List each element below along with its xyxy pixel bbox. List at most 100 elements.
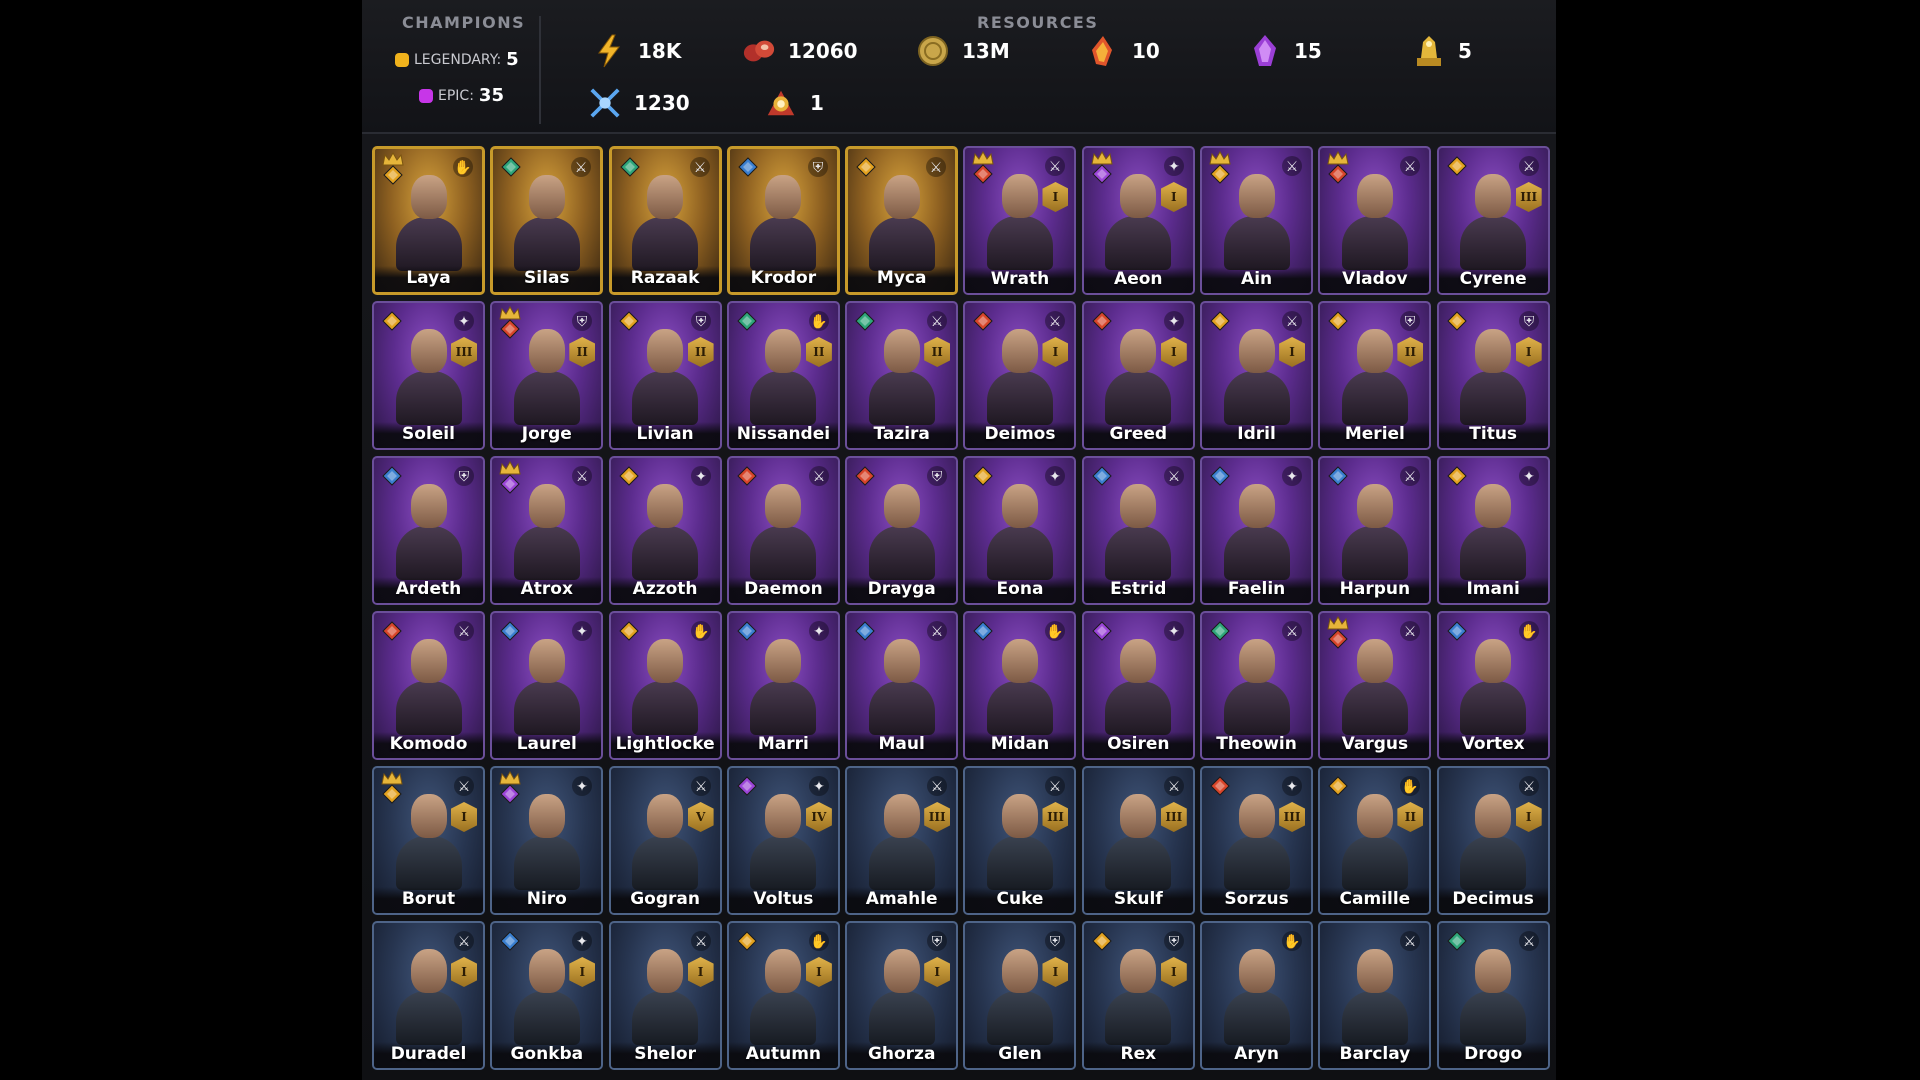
svg-text:⚔: ⚔ — [1404, 934, 1417, 950]
champion-card[interactable]: ✋ Vortex — [1436, 611, 1550, 760]
champion-card[interactable]: ⚔ I Duradel — [372, 921, 485, 1070]
champion-card[interactable]: ✋ Aryn — [1200, 921, 1314, 1070]
champion-card[interactable]: ✦ III Soleil — [372, 301, 485, 450]
champion-card[interactable]: ⛨ I Ghorza — [845, 921, 959, 1070]
champion-card[interactable]: ⛨ II Meriel — [1318, 301, 1432, 450]
portrait-body — [1460, 216, 1527, 270]
champion-card[interactable]: ✋ Lightlocke — [608, 611, 722, 760]
champion-card[interactable]: ⚔ III Skulf — [1081, 766, 1195, 915]
resource-purple-crystal[interactable]: 15 — [1248, 34, 1322, 68]
champion-card[interactable]: ⚔ I Wrath — [963, 146, 1077, 295]
champion-card[interactable]: ⚔ I Deimos — [963, 301, 1077, 450]
affinity-purple-icon — [1092, 164, 1112, 184]
champion-card[interactable]: ✦ Niro — [490, 766, 604, 915]
champion-card[interactable]: ✋ II Nissandei — [726, 301, 840, 450]
role-hp-icon: ⚔ — [1399, 930, 1421, 952]
resource-energy[interactable]: 18K — [592, 34, 681, 68]
resource-coins[interactable]: 13M — [916, 34, 1010, 68]
energy-value: 18K — [638, 39, 682, 63]
affinity-blue-icon — [855, 621, 875, 641]
resource-meat[interactable]: 12060 — [742, 34, 858, 68]
champion-card[interactable]: ⚔ III Cuke — [963, 766, 1077, 915]
champion-card[interactable]: ✦ I Gonkba — [490, 921, 604, 1070]
champion-card[interactable]: ⛨ Ardeth — [372, 456, 485, 605]
affinity-purple-icon — [500, 474, 521, 494]
champion-card[interactable]: ⚔ III Cyrene — [1436, 146, 1550, 295]
champion-card[interactable]: ⛨ II Jorge — [490, 301, 604, 450]
champion-card[interactable]: ⚔ I Borut — [372, 766, 485, 915]
name-strip: Daemon — [728, 577, 838, 603]
champion-card[interactable]: ✋ II Camille — [1318, 766, 1432, 915]
champion-card[interactable]: ⛨ I Glen — [963, 921, 1077, 1070]
resource-medal[interactable]: 1 — [764, 86, 824, 120]
svg-text:⚔: ⚔ — [1522, 934, 1535, 950]
champion-card[interactable]: ✦ Marri — [726, 611, 840, 760]
champion-card[interactable]: ⚔ V Gogran — [608, 766, 722, 915]
role-support-icon: ✋ — [808, 930, 830, 952]
champion-card[interactable]: ⚔ Barclay — [1318, 921, 1432, 1070]
champion-card[interactable]: ✦ IV Voltus — [726, 766, 840, 915]
portrait-body — [1341, 216, 1408, 270]
portrait-body — [513, 371, 580, 425]
champion-card[interactable]: ⚔ Ain — [1200, 146, 1314, 295]
champion-card[interactable]: ✋ Midan — [963, 611, 1077, 760]
champion-portrait — [748, 167, 818, 271]
champion-card[interactable]: ⛨ Drayga — [845, 456, 959, 605]
name-strip: Cuke — [965, 887, 1075, 913]
name-strip: Voltus — [728, 887, 838, 913]
champion-card[interactable]: ✦ III Sorzus — [1200, 766, 1314, 915]
champion-card[interactable]: ⚔ Daemon — [726, 456, 840, 605]
champion-card[interactable]: ⛨ Krodor — [726, 146, 840, 295]
name-strip: Laurel — [492, 732, 602, 758]
champion-card[interactable]: ✋ I Autumn — [726, 921, 840, 1070]
resource-gold-statue[interactable]: 5 — [1412, 34, 1472, 68]
champion-name: Barclay — [1339, 1044, 1411, 1064]
champion-name: Idril — [1237, 424, 1276, 444]
champion-card[interactable]: ✦ Laurel — [490, 611, 604, 760]
portrait-body — [395, 991, 462, 1045]
champion-card[interactable]: ✦ Eona — [963, 456, 1077, 605]
portrait-body — [1341, 681, 1408, 735]
champion-card[interactable]: ⚔ Drogo — [1436, 921, 1550, 1070]
champion-card[interactable]: ⚔ Harpun — [1318, 456, 1432, 605]
champion-card[interactable]: ⚔ Theowin — [1200, 611, 1314, 760]
champion-card[interactable]: ⚔ I Idril — [1200, 301, 1314, 450]
champion-card[interactable]: ⚔ Vargus — [1318, 611, 1432, 760]
svg-text:⛨: ⛨ — [695, 314, 706, 330]
champion-card[interactable]: ✦ Imani — [1436, 456, 1550, 605]
champion-card[interactable]: ⚔ Vladov — [1318, 146, 1432, 295]
portrait-head — [528, 794, 565, 838]
champion-card[interactable]: ✋ Laya — [372, 146, 485, 295]
resource-flame-crystal[interactable]: 10 — [1086, 34, 1160, 68]
role-defense-icon: ⛨ — [807, 156, 829, 178]
champion-card[interactable]: ⚔ Silas — [490, 146, 604, 295]
champion-card[interactable]: ⚔ Atrox — [490, 456, 604, 605]
champion-card[interactable]: ⛨ II Livian — [608, 301, 722, 450]
medal-value: 1 — [810, 91, 824, 115]
svg-text:⚔: ⚔ — [1049, 779, 1062, 795]
champion-card[interactable]: ⚔ II Tazira — [845, 301, 959, 450]
champion-card[interactable]: ✦ I Greed — [1081, 301, 1195, 450]
champion-card[interactable]: ⚔ Maul — [845, 611, 959, 760]
gold-statue-icon — [1412, 34, 1446, 68]
champion-card[interactable]: ⚔ Komodo — [372, 611, 485, 760]
epic-count: 35 — [478, 85, 504, 106]
resource-crossed-swords[interactable]: 1230 — [588, 86, 690, 120]
champion-card[interactable]: ⚔ I Shelor — [608, 921, 722, 1070]
champion-card[interactable]: ⛨ I Rex — [1081, 921, 1195, 1070]
portrait-body — [513, 526, 580, 580]
champion-card[interactable]: ✦ Osiren — [1081, 611, 1195, 760]
portrait-body — [1223, 216, 1290, 270]
champion-card[interactable]: ⚔ Razaak — [608, 146, 722, 295]
champion-card[interactable]: ⛨ I Titus — [1436, 301, 1550, 450]
champion-card[interactable]: ✦ I Aeon — [1081, 146, 1195, 295]
champion-card[interactable]: ⚔ Myca — [845, 146, 959, 295]
champion-card[interactable]: ⚔ I Decimus — [1436, 766, 1550, 915]
role-defense-icon: ⛨ — [926, 465, 948, 487]
champion-card[interactable]: ✦ Faelin — [1200, 456, 1314, 605]
champion-card[interactable]: ⚔ Estrid — [1081, 456, 1195, 605]
portrait-head — [1356, 794, 1393, 838]
champion-card[interactable]: ⚔ III Amahle — [845, 766, 959, 915]
name-strip: Camille — [1320, 887, 1430, 913]
champion-card[interactable]: ✦ Azzoth — [608, 456, 722, 605]
